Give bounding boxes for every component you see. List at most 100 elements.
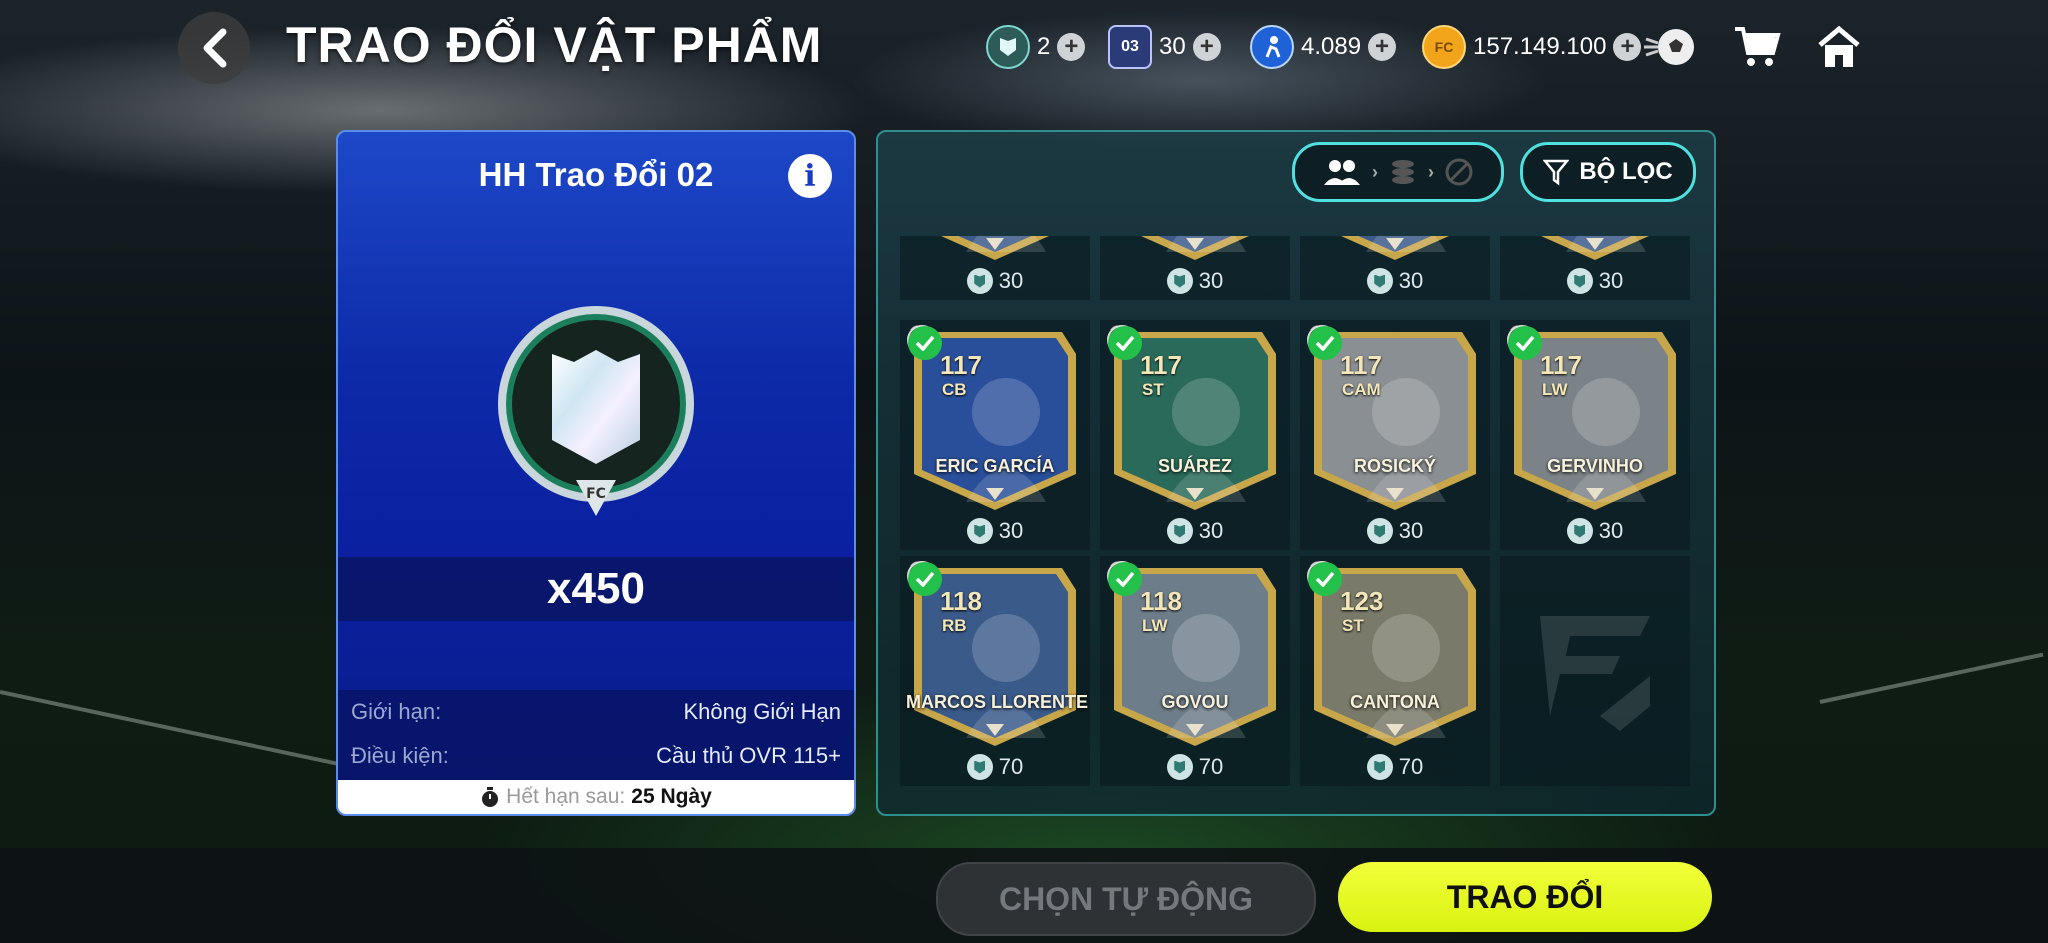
expire-value: 25 Ngày	[631, 785, 712, 808]
home-icon[interactable]	[1810, 18, 1868, 76]
exchange-cost: 30	[1300, 518, 1490, 544]
limit-row: Giới hạn: Không Giới Hạn	[351, 692, 841, 732]
player-rating: 123	[1340, 586, 1384, 616]
shield-token-icon	[986, 25, 1030, 69]
exchange-cost: 30	[900, 518, 1090, 544]
empty-slot	[1500, 556, 1690, 786]
item-name: HH Trao Đổi 02	[478, 156, 714, 193]
shield-token-icon	[1566, 518, 1593, 544]
soccer-ball-icon[interactable]	[1642, 18, 1700, 76]
filter-button[interactable]: BỘ LỌC	[1520, 142, 1696, 202]
exchange-cost: 30	[1100, 518, 1290, 544]
shield-token-icon	[1566, 268, 1593, 294]
shield-token-icon	[966, 518, 993, 544]
player-slot[interactable]: 117 ST SUÁREZ 30	[1100, 320, 1290, 550]
auto-select-button[interactable]: CHỌN TỰ ĐỘNG	[936, 862, 1316, 936]
add-player-coin-button[interactable]: +	[1368, 33, 1397, 61]
page-title: TRAO ĐỔI VẬT PHẨM	[286, 17, 823, 73]
player-slot[interactable]: 117 LW GERVINHO 30	[1500, 320, 1690, 550]
player-name: ROSICKÝ	[1353, 456, 1436, 476]
condition-value: Cầu thủ OVR 115+	[656, 743, 841, 768]
filter-label: BỘ LỌC	[1579, 158, 1673, 185]
sort-toggle[interactable]: › ›	[1292, 142, 1504, 202]
selected-check-icon	[1308, 562, 1342, 596]
currency-shield-token: 2 +	[986, 25, 1086, 69]
player-grid: SANGARE30MARCO ASENSIO30MARCO ASENSIO30M…	[900, 236, 1690, 804]
limit-value: Không Giới Hạn	[683, 699, 841, 724]
player-position: LW	[1142, 616, 1168, 635]
player-slot[interactable]: MARCO ASENSIO 30	[1100, 236, 1290, 300]
exchange-cost: 30	[1100, 268, 1290, 294]
player-rating: 117	[940, 350, 982, 380]
fc-coin-icon: FC	[1422, 25, 1466, 69]
selected-check-icon	[1508, 326, 1542, 360]
limit-label: Giới hạn:	[351, 699, 442, 724]
stack-icon	[1392, 160, 1414, 184]
exchange-cost: 70	[1300, 754, 1490, 780]
shield-token-icon	[966, 268, 993, 294]
player-slot[interactable]: 123 ST CANTONA 70	[1300, 556, 1490, 786]
add-shield-token-button[interactable]: +	[1057, 33, 1086, 61]
no-trade-icon	[1445, 158, 1473, 186]
player-card: MARCO ASENSIO	[1106, 236, 1284, 262]
player-slot[interactable]: 118 LW GOVOU 70	[1100, 556, 1290, 786]
currency-value: 4.089	[1301, 33, 1362, 60]
add-card-03-button[interactable]: +	[1192, 33, 1221, 61]
condition-row: Điều kiện: Cầu thủ OVR 115+	[351, 736, 841, 776]
player-name: GERVINHO	[1547, 456, 1643, 476]
back-button[interactable]	[178, 12, 250, 84]
item-emblem: FC	[498, 306, 694, 516]
shield-token-icon	[1166, 268, 1193, 294]
currency-fc-coin: FC 157.149.100 +	[1422, 25, 1642, 69]
selected-check-icon	[908, 326, 942, 360]
player-slot[interactable]: SANGARE 30	[900, 236, 1090, 300]
cost-value: 30	[1598, 268, 1624, 293]
shopping-cart-icon[interactable]	[1728, 18, 1786, 76]
player-rating: 117	[1540, 350, 1582, 380]
currency-value: 2	[1037, 33, 1051, 60]
player-rating: 118	[940, 586, 982, 616]
player-name: MARCOS LLORENTE	[906, 692, 1088, 712]
team-icon	[1324, 160, 1360, 185]
player-slot[interactable]: 118 RB MARCOS LLORENTE 70	[900, 556, 1090, 786]
player-slot[interactable]: MOURINO 30	[1500, 236, 1690, 300]
condition-label: Điều kiện:	[351, 743, 449, 768]
player-name: SUÁREZ	[1157, 456, 1232, 476]
info-icon: i	[804, 158, 816, 194]
card-03-icon: 03	[1108, 25, 1152, 69]
exchange-cost: 30	[1500, 518, 1690, 544]
cost-value: 70	[998, 754, 1024, 779]
item-info: Giới hạn: Không Giới Hạn Điều kiện: Cầu …	[338, 690, 854, 780]
expire-label: Hết hạn sau:	[506, 785, 626, 808]
expire-bar: Hết hạn sau: 25 Ngày	[338, 780, 854, 814]
currency-card-03: 03 30 +	[1108, 25, 1221, 69]
info-button[interactable]: i	[788, 154, 832, 198]
add-fc-coin-button[interactable]: +	[1613, 33, 1642, 61]
fc-logo-icon	[1540, 616, 1650, 731]
player-position: LW	[1542, 380, 1568, 399]
player-slot[interactable]: 117 CB ERIC GARCÍA 30	[900, 320, 1090, 550]
cost-value: 70	[1398, 754, 1424, 779]
top-bar: TRAO ĐỔI VẬT PHẨM 2 + 03 30 + 4.089 + FC…	[0, 0, 2048, 95]
player-rating: 118	[1140, 586, 1182, 616]
player-position: RB	[942, 616, 967, 635]
player-coin-icon	[1250, 25, 1294, 69]
cost-value: 30	[1198, 518, 1224, 543]
stopwatch-icon	[482, 787, 499, 807]
exchange-cost: 70	[1100, 754, 1290, 780]
shield-token-icon	[1366, 754, 1393, 780]
item-detail-panel: HH Trao Đổi 02 i FC x450 Giới hạn: Không…	[336, 130, 856, 816]
selected-check-icon	[908, 562, 942, 596]
cost-value: 30	[998, 518, 1024, 543]
trade-button[interactable]: TRAO ĐỔI	[1338, 862, 1712, 932]
selected-check-icon	[1308, 326, 1342, 360]
player-slot[interactable]: MARCO ASENSIO 30	[1300, 236, 1490, 300]
filter-icon	[1543, 159, 1570, 186]
item-quantity: x450	[338, 557, 854, 621]
player-card: SANGARE	[906, 236, 1084, 262]
pitch-line	[1819, 652, 2044, 704]
cost-value: 30	[1598, 518, 1624, 543]
player-slot[interactable]: 117 CAM ROSICKÝ 30	[1300, 320, 1490, 550]
exchange-cost: 30	[900, 268, 1090, 294]
player-name: CANTONA	[1350, 692, 1440, 712]
